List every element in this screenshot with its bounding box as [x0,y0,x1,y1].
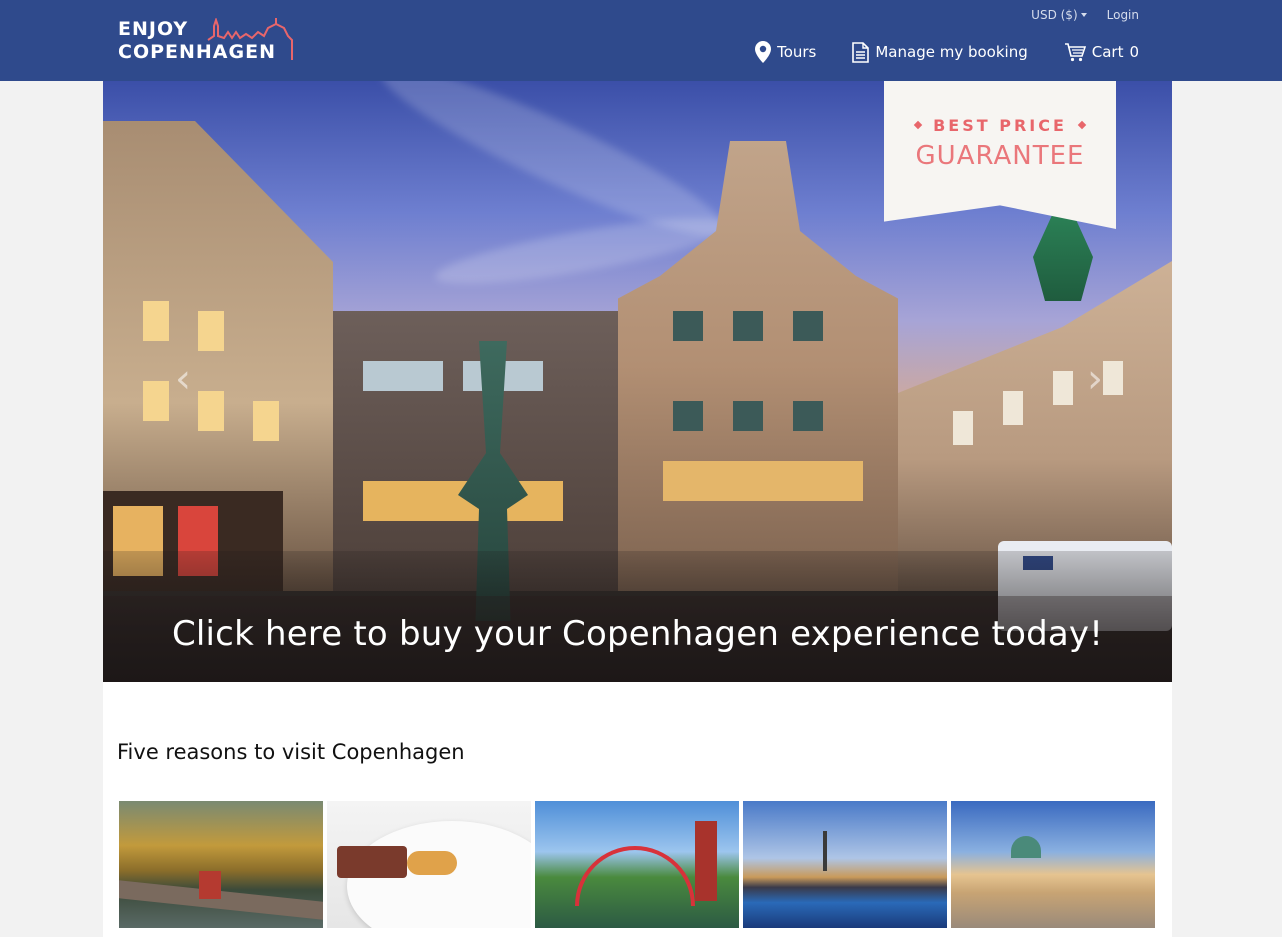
garnish-shape [407,851,457,875]
red-cabin-shape [199,871,221,899]
nav-tours-label: Tours [777,43,817,61]
window-shape [733,311,763,341]
nav-cart-label: Cart [1091,43,1124,61]
window-shape [253,401,279,441]
rollercoaster-shape [575,846,695,906]
hero-carousel[interactable]: Click here to buy your Copenhagen experi… [103,81,1172,682]
section-title: Five reasons to visit Copenhagen [117,740,465,764]
top-utility-bar: USD ($) Login [1031,8,1139,22]
currency-selector[interactable]: USD ($) [1031,8,1087,22]
main-content: Click here to buy your Copenhagen experi… [103,81,1172,937]
carousel-prev-arrow-icon[interactable]: ‹ [163,359,203,399]
currency-label: USD ($) [1031,8,1078,22]
badge-top-line: BEST PRICE [884,116,1116,135]
nav-manage-booking[interactable]: Manage my booking [852,41,1028,63]
login-link[interactable]: Login [1107,8,1139,22]
document-icon [852,41,870,63]
window-shape [793,401,823,431]
badge-bottom-text: GUARANTEE [915,141,1085,171]
bridge-shape [119,880,323,920]
window-shape [673,311,703,341]
reason-thumbnail-palace[interactable] [951,801,1155,928]
best-price-badge: BEST PRICE GUARANTEE [884,81,1116,229]
nav-manage-booking-label: Manage my booking [875,43,1028,61]
window-shape [663,461,863,501]
caret-down-icon [1080,13,1087,17]
spire-shape [823,831,827,871]
hero-cta-link[interactable]: Click here to buy your Copenhagen experi… [103,614,1172,654]
nav-cart[interactable]: Cart 0 [1064,42,1139,62]
window-shape [953,411,973,445]
window-shape [198,311,224,351]
reason-thumbnail-tivoli[interactable] [535,801,739,928]
reason-thumbnail-park[interactable] [119,801,323,928]
cart-count: 0 [1129,43,1139,61]
window-shape [733,401,763,431]
window-shape [673,401,703,431]
dome-shape [1011,836,1041,858]
reason-thumbnail-canal[interactable] [743,801,947,928]
reason-thumbnail-food[interactable] [327,801,531,928]
diamond-icon [1077,120,1087,130]
window-shape [143,301,169,341]
window-shape [1053,371,1073,405]
skyline-icon [207,18,293,60]
badge-top-text: BEST PRICE [933,116,1067,135]
window-shape [1003,391,1023,425]
window-shape [363,361,443,391]
site-header: ENJOY COPENHAGEN USD ($) Login Tours Man… [0,0,1282,81]
cart-icon [1064,42,1086,61]
diamond-icon [913,120,923,130]
reasons-gallery [119,801,1155,928]
nav-tours[interactable]: Tours [755,41,816,63]
pagoda-shape [695,821,717,901]
main-nav: Tours Manage my booking Cart 0 [755,41,1139,63]
steak-shape [337,846,407,878]
window-shape [793,311,823,341]
site-logo[interactable]: ENJOY COPENHAGEN [118,18,298,68]
carousel-next-arrow-icon[interactable]: › [1075,359,1115,399]
map-marker-icon [755,41,772,63]
window-shape [363,481,563,521]
